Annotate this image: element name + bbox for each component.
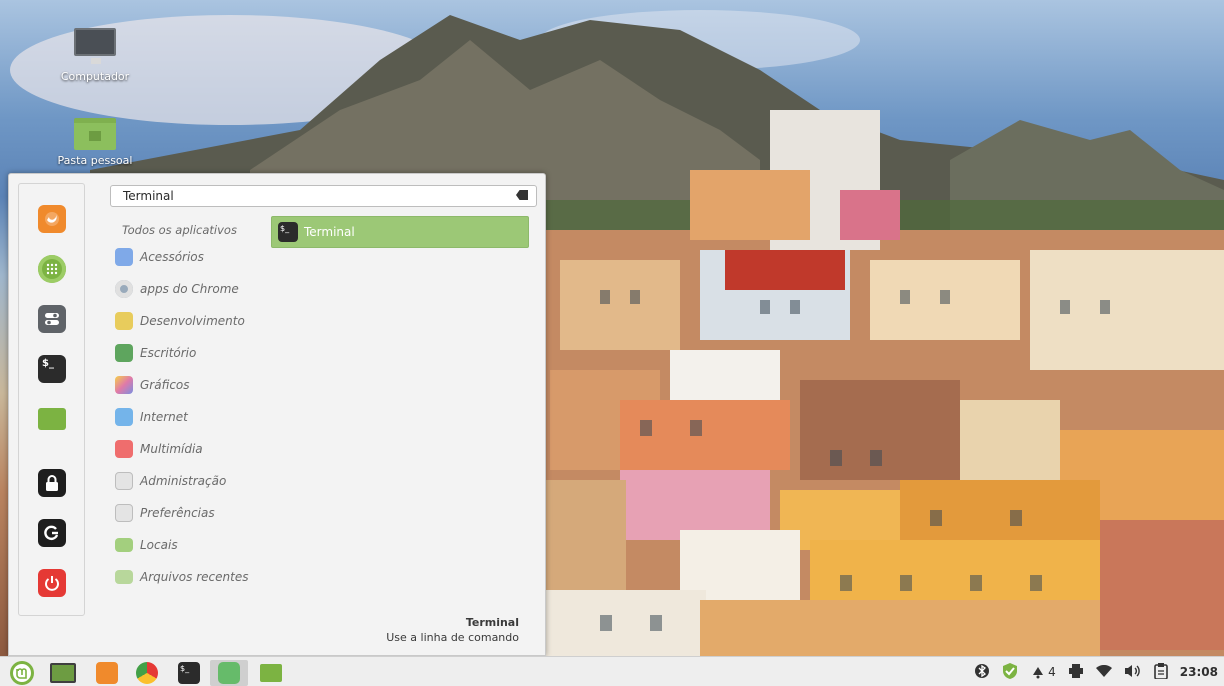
app-description: Terminal Use a linha de comando: [386, 615, 519, 645]
search-input[interactable]: Terminal: [110, 185, 537, 207]
search-text: Terminal: [123, 189, 174, 203]
notifications-indicator[interactable]: 4: [1031, 665, 1056, 679]
category-all-applications[interactable]: Todos os aplicativos: [115, 219, 265, 241]
show-desktop-button[interactable]: [44, 660, 82, 686]
desktop-icon-computer[interactable]: Computador: [50, 28, 140, 83]
firefox-icon[interactable]: [38, 205, 66, 233]
clock[interactable]: 23:08: [1180, 665, 1218, 679]
atom-icon: [218, 662, 240, 684]
taskbar-firefox[interactable]: [88, 660, 126, 686]
category-places[interactable]: Locais: [115, 529, 265, 561]
recent-files-icon: [115, 570, 133, 584]
category-office[interactable]: Escritório: [115, 337, 265, 369]
taskbar-atom[interactable]: [210, 660, 248, 686]
category-graphics[interactable]: Gráficos: [115, 369, 265, 401]
wifi-icon[interactable]: [1095, 664, 1112, 680]
category-label: Desenvolvimento: [140, 314, 245, 328]
category-list: Todos os aplicativos Acessórios apps do …: [115, 219, 265, 593]
category-label: Multimídia: [140, 442, 203, 456]
desktop-icon: [50, 663, 76, 683]
category-recent-files[interactable]: Arquivos recentes: [115, 561, 265, 593]
system-tray: 4 23:08: [975, 657, 1218, 686]
menu-button[interactable]: [4, 660, 40, 686]
category-development[interactable]: Desenvolvimento: [115, 305, 265, 337]
app-description-text: Use a linha de comando: [386, 631, 519, 644]
category-label: Arquivos recentes: [140, 570, 249, 584]
result-label: Terminal: [304, 225, 355, 239]
bluetooth-icon[interactable]: [975, 663, 990, 682]
printer-icon[interactable]: [1068, 663, 1084, 681]
category-label: Internet: [140, 410, 188, 424]
notification-count: 4: [1048, 665, 1056, 679]
firefox-icon: [96, 662, 118, 684]
category-label: Preferências: [140, 506, 215, 520]
administration-icon: [115, 472, 133, 490]
files-icon[interactable]: [38, 408, 66, 430]
power-icon[interactable]: [38, 569, 66, 597]
preferences-icon: [115, 504, 133, 522]
category-internet[interactable]: Internet: [115, 401, 265, 433]
multimedia-icon: [115, 440, 133, 458]
clear-search-icon[interactable]: [516, 190, 528, 200]
desktop-icon-home[interactable]: Pasta pessoal: [50, 118, 140, 167]
monitor-icon: [74, 28, 116, 64]
lock-icon[interactable]: [38, 469, 66, 497]
notification-icon: [1033, 667, 1044, 679]
chrome-apps-icon: [115, 280, 133, 298]
desktop-icon-label: Pasta pessoal: [57, 154, 133, 167]
desktop-icon-label: Computador: [60, 70, 130, 83]
internet-icon: [115, 408, 133, 426]
office-icon: [115, 344, 133, 362]
taskbar-terminal[interactable]: $_: [170, 660, 208, 686]
terminal-icon: $_: [278, 222, 298, 242]
files-icon: [260, 664, 282, 682]
favorites-sidebar: $_: [18, 183, 85, 616]
terminal-icon[interactable]: $_: [38, 355, 66, 383]
category-label: Acessórios: [140, 250, 204, 264]
category-accessories[interactable]: Acessórios: [115, 241, 265, 273]
category-chrome-apps[interactable]: apps do Chrome: [115, 273, 265, 305]
application-menu: $_ Terminal Todos os aplicativos Acessór…: [8, 173, 546, 656]
category-label: Administração: [140, 474, 227, 488]
development-icon: [115, 312, 133, 330]
places-icon: [115, 538, 133, 552]
software-manager-icon[interactable]: [38, 255, 66, 283]
home-folder-icon: [74, 118, 116, 150]
taskbar-files[interactable]: [252, 660, 290, 686]
category-label: apps do Chrome: [140, 282, 239, 296]
category-label: Locais: [140, 538, 178, 552]
category-label: Gráficos: [140, 378, 190, 392]
linux-mint-logo-icon: [10, 661, 34, 685]
app-description-name: Terminal: [465, 616, 519, 629]
update-manager-icon[interactable]: [1001, 662, 1019, 683]
clipboard-icon[interactable]: [1153, 662, 1168, 682]
search-results: $_ Terminal: [271, 216, 529, 248]
result-terminal[interactable]: $_ Terminal: [271, 216, 529, 248]
volume-icon[interactable]: [1124, 664, 1142, 681]
accessories-icon: [115, 248, 133, 266]
taskbar: $_ 4 23:08: [0, 656, 1224, 686]
category-label: Todos os aplicativos: [122, 223, 237, 237]
graphics-icon: [115, 376, 133, 394]
category-label: Escritório: [140, 346, 197, 360]
category-multimedia[interactable]: Multimídia: [115, 433, 265, 465]
terminal-icon: $_: [178, 662, 200, 684]
category-administration[interactable]: Administração: [115, 465, 265, 497]
category-preferences[interactable]: Preferências: [115, 497, 265, 529]
logout-icon[interactable]: [38, 519, 66, 547]
chrome-icon: [136, 662, 158, 684]
taskbar-chrome[interactable]: [128, 660, 166, 686]
settings-icon[interactable]: [38, 305, 66, 333]
